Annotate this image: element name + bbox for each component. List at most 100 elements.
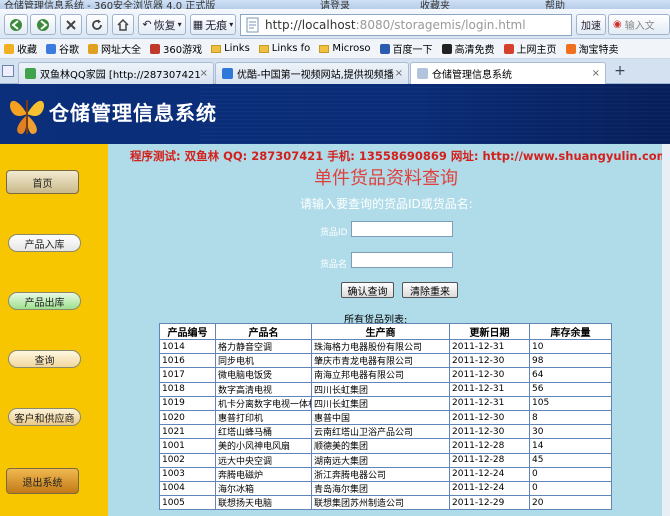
search-engine-icon: ◉ <box>613 19 622 30</box>
tab-strip: 双鱼林QQ家园 [http://287307421.q...×优酷-中国第一视频… <box>0 59 670 84</box>
cell-manufacturer: 青岛海尔集团 <box>311 480 450 497</box>
tab-close-icon[interactable]: × <box>395 68 403 79</box>
tab-favicon-icon <box>417 68 428 79</box>
cell-stock: 0 <box>529 480 612 497</box>
game-icon <box>150 43 160 54</box>
col-header-manufacturer: 生产商 <box>311 323 450 340</box>
sidebar-logout[interactable]: 退出系统 <box>6 468 79 494</box>
bookmark-item[interactable]: Links fo <box>258 43 310 54</box>
sidebar-customers-suppliers-label: 客户和供应商 <box>14 413 75 425</box>
sidebar-home[interactable]: 首页 <box>6 170 79 194</box>
sidebar-logout-label: 退出系统 <box>22 477 63 489</box>
product-name-input[interactable] <box>351 252 453 268</box>
address-bar[interactable]: http://localhost:8080/storagemis/login.h… <box>240 14 572 36</box>
main-content: 程序测试: 双鱼林 QQ: 287307421 手机: 13558690869 … <box>108 144 670 516</box>
browser-tab[interactable]: 优酷-中国第一视频网站,提供视频播... × <box>215 62 409 84</box>
table-row: 1005 联想扬天电脑 联想集团苏州制造公司 2011-12-29 20 <box>159 495 612 511</box>
query-prompt: 请输入要查询的货品ID或货品名: <box>300 197 473 211</box>
chevron-down-icon: ▾ <box>229 20 234 29</box>
col-header-stock: 库存余量 <box>529 323 612 340</box>
cell-stock: 105 <box>529 395 612 411</box>
sidebar-product-out-label: 产品出库 <box>24 297 65 309</box>
back-button[interactable] <box>4 14 28 35</box>
col-header-product-id: 产品编号 <box>159 323 216 340</box>
bookmark-label: 淘宝特卖 <box>578 45 619 56</box>
confirm-query-button[interactable]: 确认查询 <box>341 282 394 298</box>
cell-product-name: 联想扬天电脑 <box>215 495 312 511</box>
bookmark-item[interactable]: 上网主页 <box>503 41 557 56</box>
stop-x-icon <box>66 19 76 30</box>
sidebar-customers-suppliers[interactable]: 客户和供应商 <box>8 408 81 426</box>
window-title: 仓储管理信息系统 - 360安全浏览器 4.0 正式版 <box>4 1 216 9</box>
restore-label: 恢复 <box>153 18 176 32</box>
bookmark-item[interactable]: 淘宝特卖 <box>565 41 619 56</box>
table-row: 1014 格力静音空调 珠海格力电器股份有限公司 2011-12-31 10 <box>159 338 612 355</box>
browser-tab[interactable]: 双鱼林QQ家园 [http://287307421.q...× <box>18 62 214 84</box>
new-tab-icon[interactable]: + <box>610 63 630 81</box>
refresh-button[interactable] <box>86 14 108 35</box>
bookmark-item[interactable]: 谷歌 <box>46 41 79 56</box>
tab-list-icon[interactable] <box>2 65 14 77</box>
tab-close-icon[interactable]: × <box>200 68 208 79</box>
product-table: 产品编号 产品名 生产商 更新日期 库存余量 1014 格力静音空调 珠海格力电器股… <box>159 323 612 511</box>
col-header-product-name: 产品名 <box>215 323 312 340</box>
bookmark-item[interactable]: Links <box>211 43 250 54</box>
bookmark-label: Links <box>224 43 250 54</box>
bookmark-item[interactable]: 收藏 <box>4 41 37 56</box>
home-button[interactable] <box>112 14 134 35</box>
cell-product-name: 数字高清电视 <box>215 381 312 397</box>
bookmarks-bar: 收藏 谷歌 网址大全 360游戏 Links Links fo Microso 百度一下 高清免… <box>0 39 670 59</box>
product-id-input[interactable] <box>351 221 453 237</box>
chevron-down-icon: ▾ <box>177 20 182 29</box>
bookmark-item[interactable]: 360游戏 <box>150 41 202 56</box>
m-icon <box>441 43 452 54</box>
cell-product-name: 同步电机 <box>215 353 312 369</box>
notrace-button[interactable]: ▦ 无痕 ▾ <box>190 14 236 35</box>
bookmark-item[interactable]: Microso <box>319 43 371 54</box>
cell-manufacturer: 湖南远大集团 <box>311 452 450 468</box>
accelerate-button[interactable]: 加速 <box>576 14 606 35</box>
address-host: http://localhost <box>265 18 356 32</box>
cell-product-id: 1005 <box>159 495 216 511</box>
stop-button[interactable] <box>60 14 82 35</box>
help-menu[interactable]: 帮助 <box>545 0 565 9</box>
search-placeholder: 输入文 <box>624 21 655 32</box>
bookmark-label: 百度一下 <box>392 45 433 56</box>
cell-product-name: 红塔山蜂马桶 <box>215 424 312 440</box>
cell-product-id: 1002 <box>159 452 216 468</box>
sidebar-product-in[interactable]: 产品入库 <box>8 234 81 252</box>
table-row: 1002 远大中央空调 湖南远大集团 2011-12-28 45 <box>159 452 612 468</box>
favorites-menu[interactable]: 收藏夹 <box>420 0 450 9</box>
forward-button[interactable] <box>30 14 56 35</box>
taobao-icon <box>565 43 576 54</box>
search-box[interactable]: ◉ 输入文 <box>608 14 670 35</box>
browser-tab[interactable]: 仓储管理信息系统 × <box>410 62 606 84</box>
table-body: 1014 格力静音空调 珠海格力电器股份有限公司 2011-12-31 10 1016 同步… <box>159 338 612 511</box>
star-icon <box>4 43 14 54</box>
clear-button[interactable]: 清除重来 <box>402 282 458 298</box>
sidebar-product-out[interactable]: 产品出库 <box>8 292 81 310</box>
table-row: 1001 美的小风神电风扇 顺德美的集团 2011-12-28 14 <box>159 438 612 454</box>
baidu-icon <box>379 43 390 54</box>
banner-pattern <box>200 84 670 144</box>
cell-stock: 10 <box>529 338 612 355</box>
ie-icon <box>503 43 514 54</box>
folder-icon <box>211 44 222 53</box>
bookmark-item[interactable]: 高清免费 <box>441 41 495 56</box>
vertical-scrollbar[interactable] <box>662 144 670 516</box>
login-link[interactable]: 请登录 <box>320 0 350 9</box>
tab-close-icon[interactable]: × <box>592 68 600 79</box>
accelerate-label: 加速 <box>581 21 601 32</box>
table-row: 1019 机卡分离数字电视一体机 四川长虹集团 2011-12-31 105 <box>159 395 612 411</box>
bookmark-item[interactable]: 网址大全 <box>88 41 141 56</box>
bookmark-label: 谷歌 <box>59 45 79 56</box>
sidebar-query[interactable]: 查询 <box>8 350 81 368</box>
cell-update-date: 2011-12-24 <box>449 480 530 497</box>
cell-product-id: 1018 <box>159 381 216 397</box>
table-row: 1004 海尔冰箱 青岛海尔集团 2011-12-24 0 <box>159 480 612 497</box>
restore-button[interactable]: ↶ 恢复 ▾ <box>138 14 186 35</box>
cell-manufacturer: 珠海格力电器股份有限公司 <box>311 338 450 355</box>
restore-icon: ↶ <box>142 18 152 31</box>
table-row: 1016 同步电机 肇庆市青龙电器有限公司 2011-12-30 98 <box>159 353 612 369</box>
bookmark-item[interactable]: 百度一下 <box>379 41 433 56</box>
